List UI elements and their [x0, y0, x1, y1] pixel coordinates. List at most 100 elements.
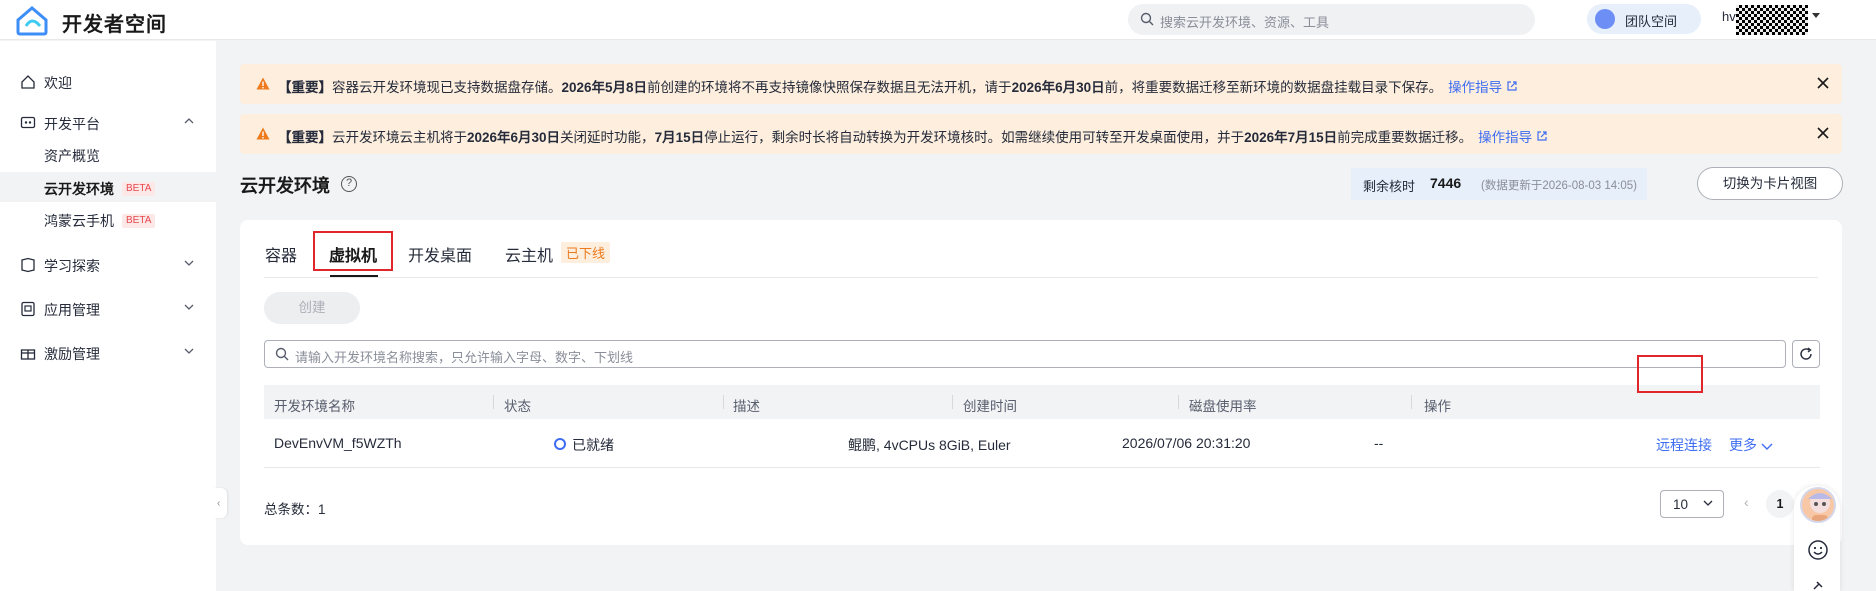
page-title: 云开发环境: [240, 176, 330, 196]
close-icon[interactable]: [1816, 76, 1830, 90]
home-icon: [21, 75, 35, 89]
feedback-smile-icon[interactable]: [1807, 539, 1829, 561]
beta-badge: BETA: [122, 214, 156, 228]
remote-connect-link[interactable]: 远程连接: [1656, 435, 1712, 455]
column-divider: [1178, 395, 1179, 409]
page-number-current[interactable]: 1: [1766, 490, 1794, 518]
env-description: 鲲鹏, 4vCPUs 8GiB, Euler: [848, 437, 1011, 453]
sidebar-item-welcome[interactable]: 欢迎: [0, 67, 216, 97]
chevron-down-icon[interactable]: [1812, 13, 1820, 18]
notice-segment: 前完成重要数据迁移。: [1337, 130, 1473, 145]
column-header: 状态: [504, 399, 531, 414]
chevron-down-icon: [1761, 443, 1773, 450]
column-divider: [723, 395, 724, 409]
highlight-box-vm-tab: [313, 231, 393, 271]
user-name[interactable]: hv: [1722, 9, 1736, 24]
notice-text: 【重要】容器云开发环境现已支持数据盘存储。2026年5月8日前创建的环境将不再支…: [278, 76, 1518, 96]
page-size-value: 10: [1673, 497, 1689, 512]
notice-segment: 容器云开发环境现已支持数据盘存储。: [332, 80, 562, 95]
remaining-core-hours: 剩余核时 7446 (数据更新于2026-08-03 14:05): [1351, 168, 1647, 200]
notice-banner-2: 【重要】云开发环境云主机将于2026年6月30日关闭延时功能，7月15日停止运行…: [240, 114, 1842, 154]
refresh-icon: [1800, 347, 1812, 360]
search-icon: [275, 347, 289, 361]
chevron-down-icon: [184, 304, 194, 310]
team-space-button[interactable]: 团队空间: [1587, 4, 1701, 34]
search-icon: [1140, 12, 1154, 26]
offline-tag: 已下线: [561, 242, 611, 263]
highlight-box-remote-connect: [1637, 355, 1703, 393]
sidebar-item-asset-overview[interactable]: 资产概览: [0, 139, 216, 169]
column-divider: [493, 395, 494, 409]
global-search-input[interactable]: 搜索云开发环境、资源、工具: [1128, 4, 1535, 35]
page-size-select[interactable]: 10: [1660, 490, 1724, 518]
sidebar-item-label: 欢迎: [44, 75, 72, 91]
notice-segment: 前，将重要数据迁移至新环境的数据盘挂载目录下保存。: [1104, 80, 1443, 95]
env-disk-usage: --: [1374, 435, 1384, 451]
quota-label: 剩余核时: [1363, 179, 1416, 194]
table-header: 开发环境名称 状态 描述 创建时间 磁盘使用率 操作: [264, 385, 1820, 419]
column-header: 磁盘使用率: [1189, 399, 1257, 414]
notice-date: 2026年7月15日: [1244, 130, 1338, 145]
sidebar-item-learn[interactable]: 学习探索: [0, 250, 216, 280]
pin-icon[interactable]: [1812, 580, 1824, 590]
sidebar-item-cloud-dev-env[interactable]: 云开发环境 BETA: [0, 172, 216, 202]
tab-dev-desktop[interactable]: 开发桌面: [408, 242, 472, 266]
brand-title[interactable]: 开发者空间: [62, 8, 167, 37]
help-icon[interactable]: ?: [341, 176, 357, 192]
sidebar: 欢迎 开发平台 资产概览 云开发环境 BETA 鸿蒙云手机 BETA 学习探索 …: [0, 41, 216, 591]
sidebar-item-label: 应用管理: [44, 302, 100, 318]
notice-segment: 关闭延时功能，: [560, 130, 655, 145]
sidebar-item-harmony-cloud-phone[interactable]: 鸿蒙云手机 BETA: [0, 204, 216, 234]
chevron-down-icon: [184, 260, 194, 266]
learn-icon: [21, 257, 35, 273]
notice-banner-1: 【重要】容器云开发环境现已支持数据盘存储。2026年5月8日前创建的环境将不再支…: [240, 64, 1842, 104]
sidebar-item-incentive-management[interactable]: 激励管理: [0, 338, 216, 368]
sidebar-item-label: 激励管理: [44, 346, 100, 362]
env-name: DevEnvVM_f5WZTh: [274, 435, 402, 451]
env-list-card: 容器 虚拟机 开发桌面 云主机 已下线 创建 请输入开发环境名称搜索，只允许输入…: [240, 220, 1842, 545]
column-divider: [952, 395, 953, 409]
env-created-time: 2026/07/06 20:31:20: [1122, 435, 1251, 451]
notice-tag: 【重要】: [278, 130, 332, 145]
sidebar-item-dev-platform[interactable]: 开发平台: [0, 108, 216, 138]
gift-icon: [20, 349, 36, 360]
column-header: 创建时间: [963, 399, 1017, 414]
previous-page-button[interactable]: ‹: [1744, 494, 1749, 510]
notice-date: 2026年5月8日: [561, 80, 648, 95]
notice-date: 2026年6月30日: [1011, 80, 1105, 95]
create-button[interactable]: 创建: [264, 292, 360, 324]
tabs-divider: [264, 277, 1818, 278]
top-bar: 开发者空间 搜索云开发环境、资源、工具 团队空间 hv: [0, 0, 1876, 40]
env-status: 已就绪: [572, 437, 614, 453]
app-icon: [21, 301, 35, 317]
chevron-up-icon: [184, 118, 194, 124]
sidebar-item-label: 学习探索: [44, 258, 100, 274]
env-search-input[interactable]: 请输入开发环境名称搜索，只允许输入字母、数字、下划线: [264, 340, 1786, 368]
switch-card-view-button[interactable]: 切换为卡片视图: [1697, 167, 1843, 200]
warning-icon: [256, 77, 270, 90]
tab-cloud-host[interactable]: 云主机: [505, 242, 553, 266]
operation-guide-link[interactable]: 操作指导: [1478, 130, 1548, 145]
notice-segment: 停止运行，剩余时长将自动转换为开发环境核时。如需继续使用可转至开发桌面使用，并于: [704, 130, 1245, 145]
more-actions-dropdown[interactable]: 更多: [1729, 435, 1773, 455]
close-icon[interactable]: [1816, 126, 1830, 140]
warning-icon: [256, 127, 270, 140]
sidebar-item-app-management[interactable]: 应用管理: [0, 294, 216, 324]
chevron-down-icon: [1703, 500, 1713, 506]
env-search-placeholder: 请输入开发环境名称搜索，只允许输入字母、数字、下划线: [295, 350, 634, 365]
operation-guide-link[interactable]: 操作指导: [1448, 80, 1518, 95]
user-avatar-obscured[interactable]: [1736, 5, 1808, 35]
tab-container[interactable]: 容器: [265, 242, 297, 266]
sidebar-item-label: 鸿蒙云手机: [44, 213, 114, 229]
chevron-down-icon: [184, 348, 194, 354]
assistant-avatar-icon[interactable]: [1800, 487, 1836, 523]
sidebar-collapse-button[interactable]: ‹: [213, 488, 227, 518]
logo-icon[interactable]: [14, 4, 50, 36]
notice-date: 7月15日: [654, 130, 705, 145]
table-row: DevEnvVM_f5WZTh 已就绪 鲲鹏, 4vCPUs 8GiB, Eul…: [264, 420, 1820, 468]
column-header: 描述: [733, 399, 760, 414]
beta-badge: BETA: [122, 182, 156, 196]
refresh-button[interactable]: [1792, 340, 1820, 368]
team-space-label: 团队空间: [1625, 14, 1678, 29]
sidebar-item-label: 开发平台: [44, 116, 100, 132]
